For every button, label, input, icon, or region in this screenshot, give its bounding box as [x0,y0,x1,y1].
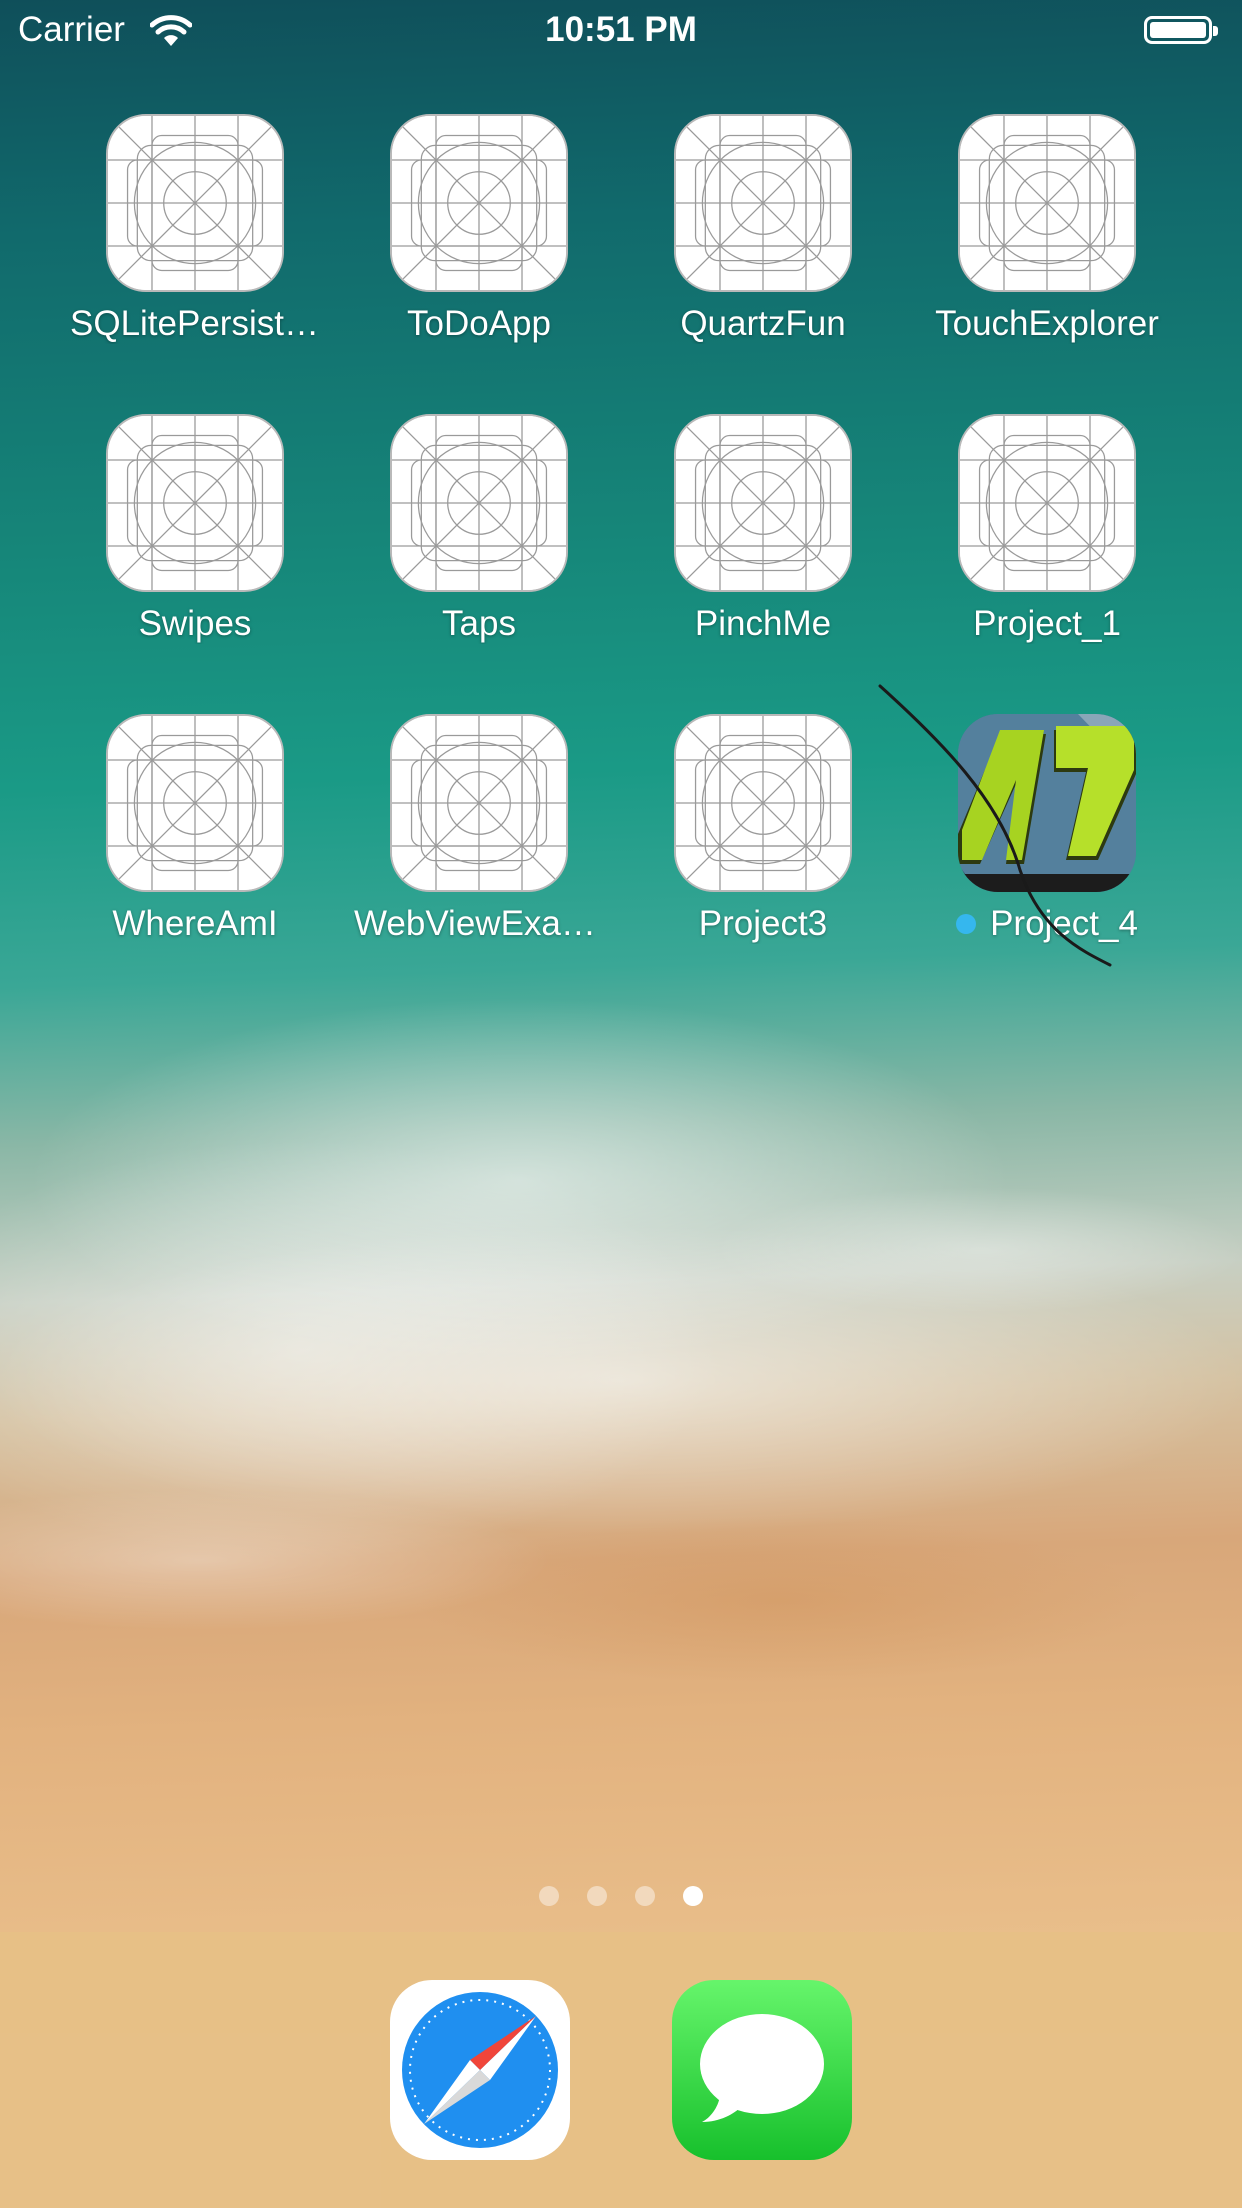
placeholder-app-icon [674,414,852,592]
app-todoapp[interactable]: ToDoApp [354,114,604,384]
app-label: PinchMe [694,604,832,643]
status-bar: Carrier 10:51 PM [0,0,1242,62]
app-taps[interactable]: Taps [354,414,604,684]
app-label: WhereAmI [112,904,278,943]
clock: 10:51 PM [545,10,697,49]
app-project-4[interactable]: Project_4 [922,714,1172,984]
app-label: TouchExplorer [935,304,1159,343]
app-label: Project3 [698,904,828,943]
app-label: Project_4 [990,904,1138,943]
placeholder-app-icon [674,714,852,892]
app-whereami[interactable]: WhereAmI [70,714,320,984]
app-project-1[interactable]: Project_1 [922,414,1172,684]
app-webviewexample[interactable]: WebViewExam... [354,714,604,984]
page-dot-current[interactable] [683,1886,703,1906]
app-quartzfun[interactable]: QuartzFun [638,114,888,384]
nv-logo-icon [958,714,1136,892]
app-label: QuartzFun [680,304,846,343]
app-project3[interactable]: Project3 [638,714,888,984]
app-label: SQLitePersiste... [70,304,320,343]
placeholder-app-icon [390,714,568,892]
placeholder-app-icon [958,114,1136,292]
placeholder-app-icon [958,414,1136,592]
dock-app-safari[interactable] [390,1980,570,2160]
app-label: Swipes [138,604,252,643]
app-swipes[interactable]: Swipes [70,414,320,684]
placeholder-app-icon [390,114,568,292]
page-dot[interactable] [539,1886,559,1906]
app-pinchme[interactable]: PinchMe [638,414,888,684]
messages-bubble-icon [672,1980,852,2160]
placeholder-app-icon [106,714,284,892]
app-sqlitepersistence[interactable]: SQLitePersiste... [70,114,320,384]
placeholder-app-icon [106,114,284,292]
placeholder-app-icon [674,114,852,292]
safari-compass-icon [390,1980,570,2160]
app-label: WebViewExam... [354,904,604,943]
page-indicator[interactable] [0,1886,1242,1906]
dock [0,1932,1242,2208]
placeholder-app-icon [106,414,284,592]
battery-icon [1144,16,1218,44]
app-label: ToDoApp [407,304,551,343]
page-dot[interactable] [635,1886,655,1906]
app-touchexplorer[interactable]: TouchExplorer [922,114,1172,384]
new-app-dot [956,914,977,934]
app-label: Taps [442,604,516,643]
placeholder-app-icon [390,414,568,592]
app-label: Project_1 [973,604,1121,643]
page-dot[interactable] [587,1886,607,1906]
dock-app-messages[interactable] [672,1980,852,2160]
